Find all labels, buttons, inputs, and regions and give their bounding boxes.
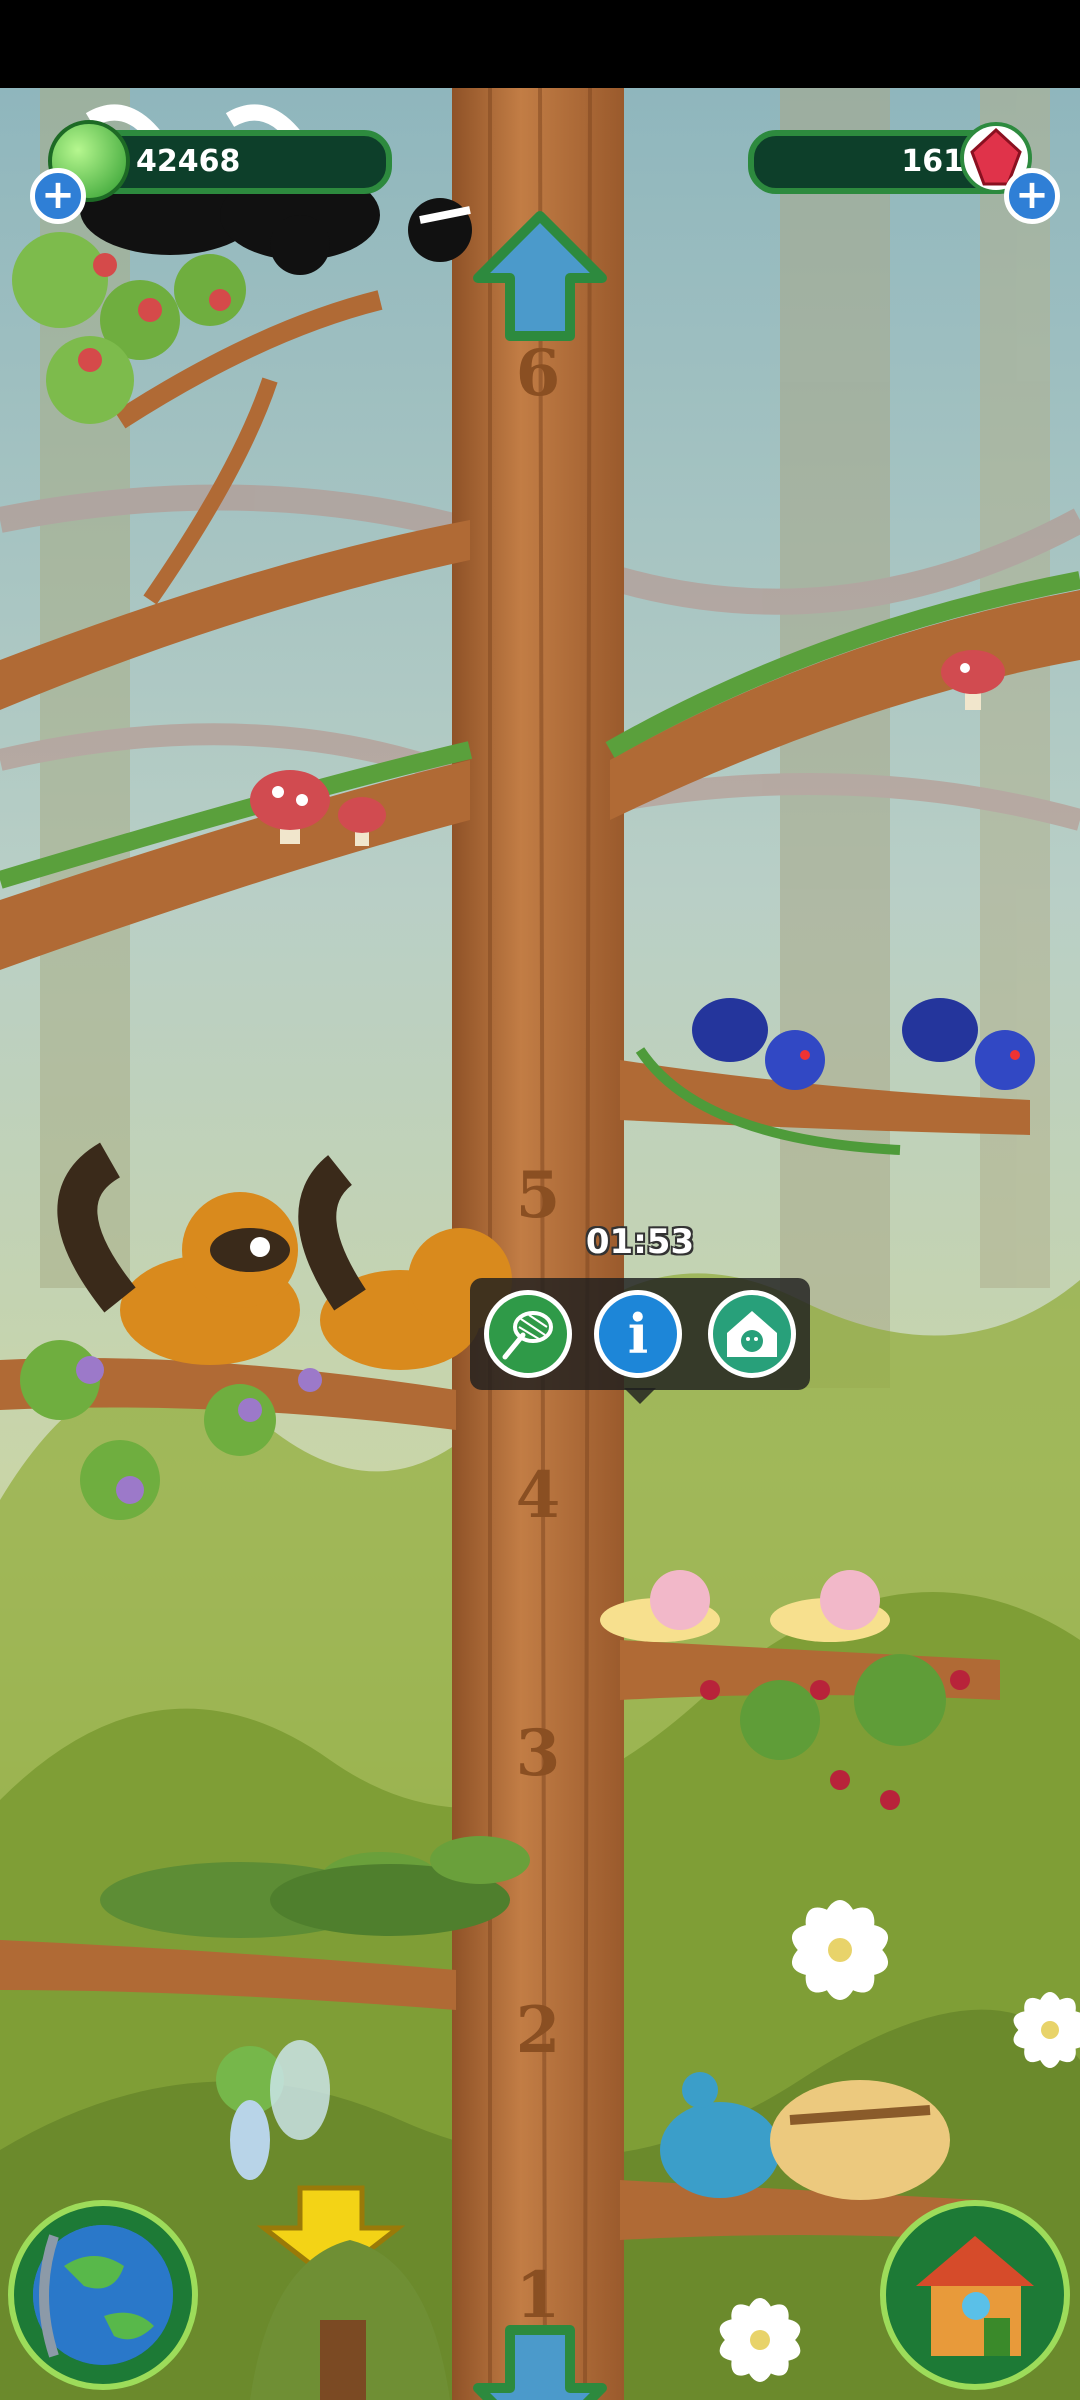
level-number-5: 5 [515, 1158, 561, 1233]
gel-count: 42468 [136, 144, 241, 179]
arrow-down-button[interactable] [470, 2318, 610, 2400]
level-number-2: 2 [515, 1993, 561, 2068]
home-button[interactable] [880, 2200, 1070, 2390]
info-icon: i [627, 1302, 649, 1366]
add-gem-button[interactable]: + [1004, 168, 1060, 224]
info-button[interactable]: i [594, 1290, 682, 1378]
catch-net-button[interactable] [484, 1290, 572, 1378]
house-icon [916, 2236, 1034, 2356]
pet-house-icon [727, 1311, 777, 1357]
globe-icon [33, 2225, 173, 2365]
arrow-up-button[interactable] [470, 208, 610, 348]
creature-timer: 01:53 [585, 1222, 695, 1262]
gem-count: 161 [901, 144, 964, 179]
status-bar [0, 0, 1080, 88]
forest-scene: 6 5 4 3 2 1 [0, 88, 1080, 2400]
level-number-3: 3 [515, 1716, 561, 1791]
level-number-4: 4 [515, 1458, 561, 1533]
popup-pointer [624, 1388, 656, 1404]
net-icon [502, 1311, 553, 1360]
world-map-button[interactable] [8, 2200, 198, 2390]
add-gel-button[interactable]: + [30, 168, 86, 224]
game-screen: 6 5 4 3 2 1 42468 + 161 + 01:53 i [0, 0, 1080, 2400]
pet-house-button[interactable] [708, 1290, 796, 1378]
arrow-up-icon [473, 211, 607, 341]
arrow-down-icon [473, 2325, 607, 2400]
